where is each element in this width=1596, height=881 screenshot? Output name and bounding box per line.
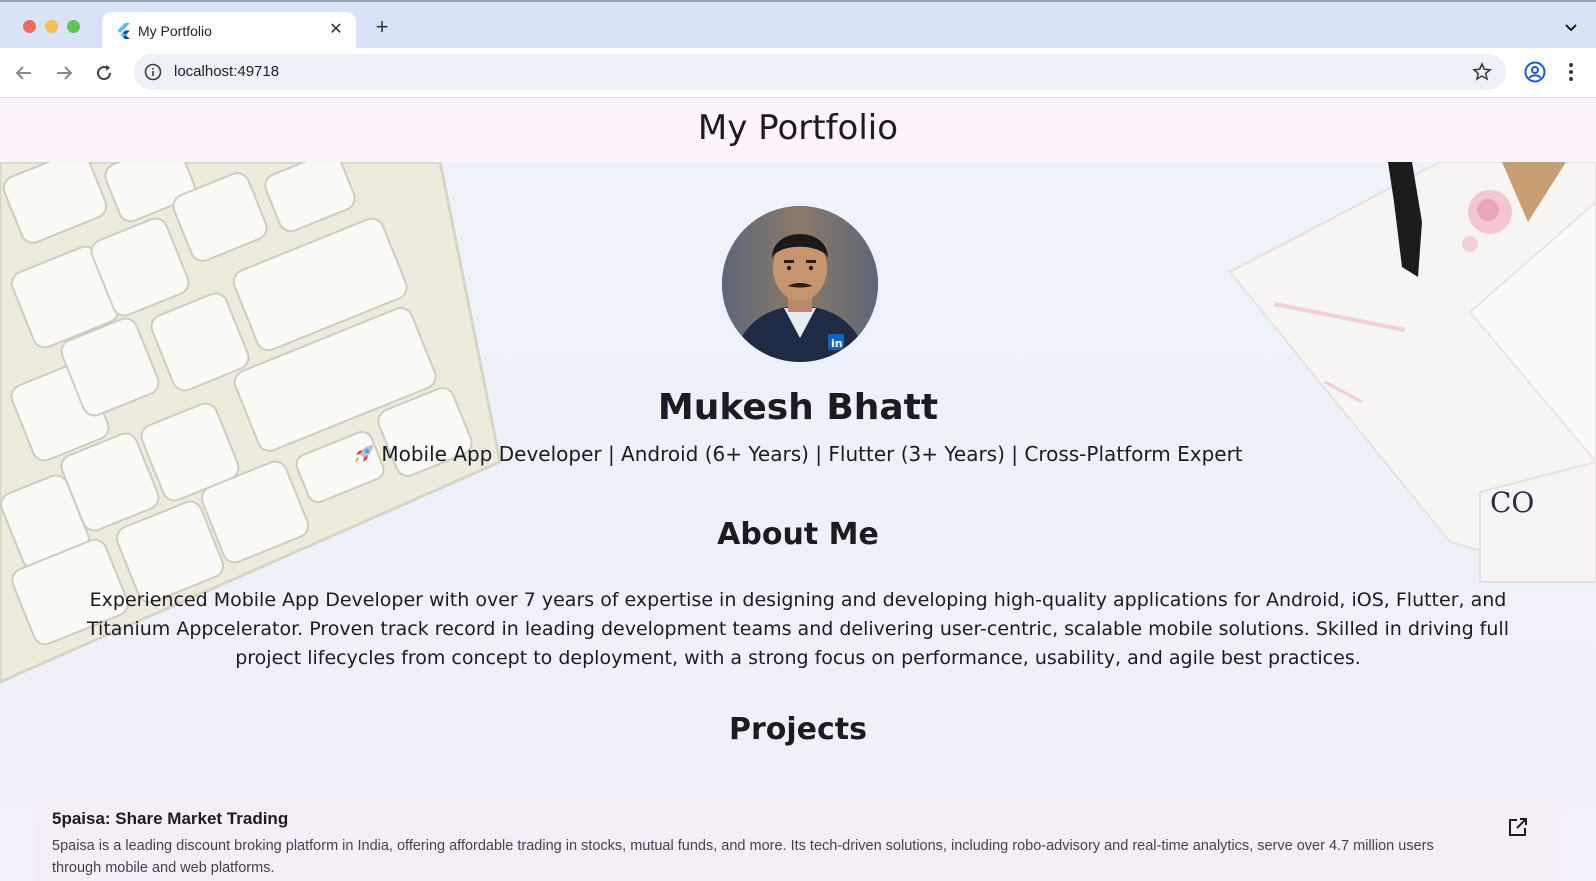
plus-icon[interactable]: + (370, 16, 394, 40)
project-title: 5paisa: Share Market Trading (52, 809, 289, 828)
tagline-text: Mobile App Developer | Android (6+ Years… (381, 442, 1243, 466)
profile-tagline: Mobile App Developer | Android (6+ Years… (0, 442, 1596, 466)
forward-arrow-icon[interactable] (52, 61, 76, 85)
tab-title: My Portfolio (138, 23, 212, 39)
profile-icon[interactable] (1524, 61, 1546, 83)
url-text[interactable]: localhost:49718 (174, 63, 279, 80)
window-close-button[interactable] (23, 20, 36, 33)
page-title: My Portfolio (697, 108, 899, 148)
site-info-icon[interactable] (144, 63, 162, 81)
reload-icon[interactable] (92, 61, 116, 85)
close-icon[interactable]: ✕ (326, 20, 346, 40)
browser-tab-active[interactable]: My Portfolio ✕ (102, 12, 356, 50)
flutter-icon (117, 23, 130, 39)
about-heading: About Me (717, 517, 879, 552)
avatar: in (722, 206, 878, 362)
app-bar: My Portfolio (0, 98, 1596, 162)
project-description: 5paisa is a leading discount broking pla… (52, 838, 1434, 876)
window-minimize-button[interactable] (45, 20, 58, 33)
chevron-down-icon[interactable] (1562, 18, 1580, 36)
svg-text:in: in (831, 337, 843, 350)
project-card[interactable]: 5paisa: Share Market Trading 5paisa is a… (34, 797, 1564, 881)
browser-tabstrip: My Portfolio ✕ + (0, 0, 1596, 50)
more-menu-icon[interactable] (1564, 61, 1578, 83)
about-paragraph: Experienced Mobile App Developer with ov… (87, 589, 1509, 669)
profile-name: Mukesh Bhatt (657, 387, 939, 428)
profile-photo: in (722, 206, 878, 362)
address-bar[interactable]: localhost:49718 (134, 54, 1506, 90)
rocket-icon (355, 445, 374, 463)
browser-toolbar: localhost:49718 (0, 48, 1596, 98)
projects-heading: Projects (728, 712, 867, 747)
back-arrow-icon[interactable] (12, 61, 36, 85)
bookmark-star-icon[interactable] (1472, 62, 1492, 82)
window-zoom-button[interactable] (67, 20, 80, 33)
open-in-new-icon[interactable] (1506, 815, 1530, 839)
hero-section: CO in Mukesh Bhatt Mobile App Developer … (0, 162, 1596, 881)
svg-text:CO: CO (1490, 486, 1534, 519)
